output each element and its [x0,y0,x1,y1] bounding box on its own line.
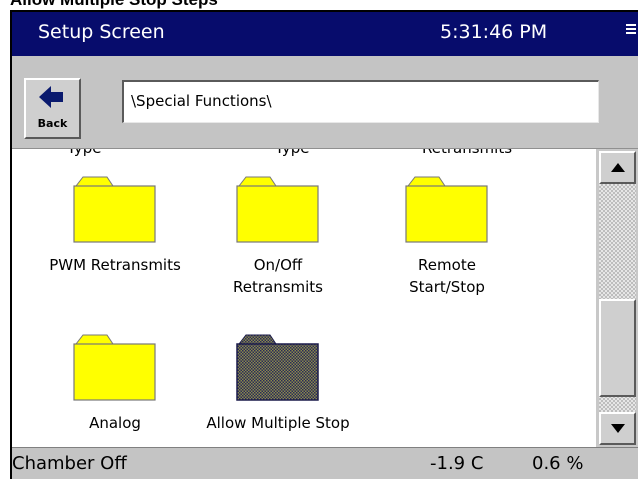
scroll-down-button[interactable] [599,412,636,445]
folder-analog[interactable]: Analog [40,332,190,434]
temperature-readout: -1.9 C [430,453,484,474]
scroll-thumb[interactable] [599,299,636,397]
folder-onoff-retransmits[interactable]: On/Off Retransmits [203,174,353,298]
scroll-up-button[interactable] [599,151,636,184]
clock: 5:31:46 PM [440,21,548,43]
path-text: \Special Functions\ [131,92,272,110]
cutoff-label-2: Type [275,149,309,157]
left-arrow-icon [39,86,63,108]
folder-view: Type Type Retransmits PWM Retransmits On… [12,149,596,447]
folder-label-line2: Start/Stop [409,278,485,296]
folder-label: PWM Retransmits [49,256,181,274]
folder-label: Analog [89,414,141,432]
folder-pwm-retransmits[interactable]: PWM Retransmits [40,174,190,276]
folder-icon [236,176,319,243]
status-bar: Chamber Off -1.9 C 0.6 % [12,447,638,479]
folder-allow-multiple-stop[interactable]: Allow Multiple Stop [203,332,353,434]
folder-icon [73,334,156,401]
folder-label-selected: Allow Multiple Stop [206,414,350,432]
back-label: Back [37,117,68,130]
folder-label-line1: Remote [418,256,476,274]
back-button[interactable]: Back [24,78,81,139]
cutoff-label-3: Retransmits [422,149,512,157]
title-bar: Setup Screen 5:31:46 PM [12,12,638,56]
toolbar: Back \Special Functions\ [12,56,638,149]
folder-label-line1: On/Off [253,256,303,274]
percent-readout: 0.6 % [532,453,584,474]
vertical-scrollbar[interactable] [597,149,638,447]
caption-title: Allow Multiple Stop Steps [10,0,218,10]
folder-remote-start-stop[interactable]: Remote Start/Stop [372,174,522,298]
menu-icon[interactable] [626,24,636,38]
folder-icon [405,176,488,243]
folder-label-line2: Retransmits [232,278,323,296]
arrow-up-icon [611,163,625,172]
chamber-status: Chamber Off [12,453,127,474]
path-field[interactable]: \Special Functions\ [122,80,599,123]
folder-icon [73,176,156,243]
arrow-down-icon [611,424,625,433]
screen-title: Setup Screen [38,21,165,43]
cutoff-label-1: Type [67,149,101,157]
device-screen: Setup Screen 5:31:46 PM Back \Special Fu… [10,10,638,479]
folder-icon [236,334,319,401]
